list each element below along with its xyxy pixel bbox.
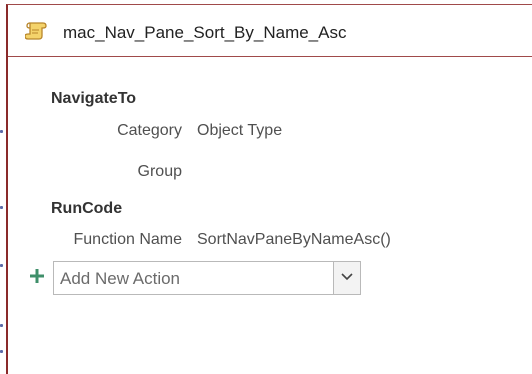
arg-label-category: Category [117,122,182,139]
macro-title: mac_Nav_Pane_Sort_By_Name_Asc [63,23,347,42]
macro-scroll-icon [24,21,47,41]
add-new-action-placeholder: Add New Action [60,269,181,288]
action-runcode[interactable]: RunCode [51,200,122,218]
arg-value-function-name[interactable]: SortNavPaneByNameAsc() [197,231,391,249]
action-navigateto[interactable]: NavigateTo [51,90,136,108]
background-marker [0,264,3,267]
macro-title-bar: mac_Nav_Pane_Sort_By_Name_Asc [8,5,532,57]
add-action-dropdown-button[interactable] [333,262,360,294]
arg-label-function-name: Function Name [73,231,183,248]
add-new-action-combobox[interactable]: Add New Action [53,261,361,295]
access-macro-designer: mac_Nav_Pane_Sort_By_Name_Asc NavigateTo… [0,0,532,374]
background-marker [0,350,3,353]
chevron-down-icon [341,273,353,281]
arg-value-group[interactable] [197,163,397,181]
background-marker [0,206,3,209]
arg-value-category[interactable]: Object Type [197,122,282,140]
arg-label-group: Group [137,163,182,180]
macro-window: mac_Nav_Pane_Sort_By_Name_Asc NavigateTo… [6,4,532,374]
plus-icon[interactable] [30,269,44,283]
background-marker [0,130,3,133]
background-marker [0,324,3,327]
